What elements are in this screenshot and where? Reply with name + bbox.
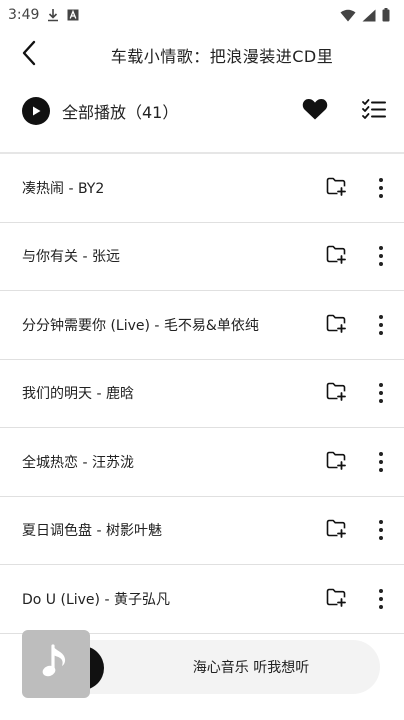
add-to-playlist-button[interactable] (326, 587, 346, 611)
add-to-playlist-icon (326, 381, 346, 405)
add-to-playlist-button[interactable] (326, 244, 346, 268)
battery-icon (382, 8, 390, 22)
heart-icon (302, 98, 328, 124)
add-to-playlist-icon (326, 587, 346, 611)
song-row[interactable]: 分分钟需要你 (Live) - 毛不易&单依纯 (0, 291, 404, 360)
song-row[interactable]: 与你有关 - 张远 (0, 223, 404, 291)
mini-player-bar[interactable]: 海心音乐 听我想听 (62, 640, 380, 694)
song-row[interactable]: 凑热闹 - BY2 (0, 154, 404, 223)
more-vertical-icon (379, 588, 383, 593)
more-options-button[interactable] (374, 314, 388, 335)
song-row[interactable]: Do U (Live) - 黄子弘凡 (0, 565, 404, 634)
more-vertical-icon (379, 451, 383, 456)
page-title: 车载小情歌：把浪漫装进CD里 (110, 47, 334, 66)
music-note-icon (41, 642, 71, 686)
song-title: Do U (Live) - 黄子弘凡 (22, 591, 170, 608)
wifi-icon (340, 9, 356, 22)
song-title: 我们的明天 - 鹿晗 (22, 386, 134, 403)
song-title: 分分钟需要你 (Live) - 毛不易&单依纯 (22, 317, 259, 334)
song-title: 夏日调色盘 - 树影叶魅 (22, 523, 162, 540)
add-to-playlist-icon (326, 450, 346, 474)
chevron-left-icon (21, 40, 37, 70)
more-vertical-icon (379, 246, 383, 251)
back-button[interactable] (12, 38, 46, 72)
song-row[interactable]: 夏日调色盘 - 树影叶魅 (0, 497, 404, 565)
add-to-playlist-button[interactable] (326, 381, 346, 405)
play-all-label: 全部播放（41） (62, 103, 179, 122)
more-options-button[interactable] (374, 383, 388, 404)
add-to-playlist-button[interactable] (326, 518, 346, 542)
song-row[interactable]: 我们的明天 - 鹿晗 (0, 360, 404, 428)
play-icon (22, 97, 50, 125)
song-title: 与你有关 - 张远 (22, 249, 120, 266)
play-all-row: 全部播放（41） (0, 84, 404, 138)
checklist-icon (362, 99, 386, 123)
more-vertical-icon (379, 520, 383, 525)
more-options-button[interactable] (374, 451, 388, 472)
add-to-playlist-icon (326, 244, 346, 268)
favorite-button[interactable] (302, 98, 328, 124)
add-to-playlist-button[interactable] (326, 176, 346, 200)
more-vertical-icon (379, 383, 383, 388)
add-to-playlist-button[interactable] (326, 313, 346, 337)
more-options-button[interactable] (374, 177, 388, 198)
add-to-playlist-icon (326, 313, 346, 337)
song-title: 全城热恋 - 汪苏泷 (22, 454, 134, 471)
more-options-button[interactable] (374, 520, 388, 541)
more-options-button[interactable] (374, 246, 388, 267)
add-to-playlist-icon (326, 176, 346, 200)
signal-icon (362, 9, 376, 22)
more-options-button[interactable] (374, 588, 388, 609)
song-list: 凑热闹 - BY2 与你有关 - 张远 分分钟需要你 (Live) - 毛不易&… (0, 152, 404, 634)
multi-select-button[interactable] (362, 99, 386, 123)
album-cover[interactable] (22, 630, 90, 698)
song-title: 凑热闹 - BY2 (22, 180, 105, 197)
a-icon (67, 9, 79, 21)
add-to-playlist-button[interactable] (326, 450, 346, 474)
add-to-playlist-icon (326, 518, 346, 542)
mini-player[interactable]: 海心音乐 听我想听 (22, 630, 384, 698)
play-all-button[interactable]: 全部播放（41） (22, 97, 178, 125)
mini-player-text: 海心音乐 听我想听 (192, 660, 310, 676)
more-vertical-icon (379, 314, 383, 319)
header: 车载小情歌：把浪漫装进CD里 (0, 30, 404, 80)
status-time: 3:49 (8, 7, 40, 23)
download-icon (47, 8, 59, 22)
more-vertical-icon (379, 177, 383, 182)
status-bar: 3:49 (0, 0, 404, 30)
song-row[interactable]: 全城热恋 - 汪苏泷 (0, 428, 404, 497)
